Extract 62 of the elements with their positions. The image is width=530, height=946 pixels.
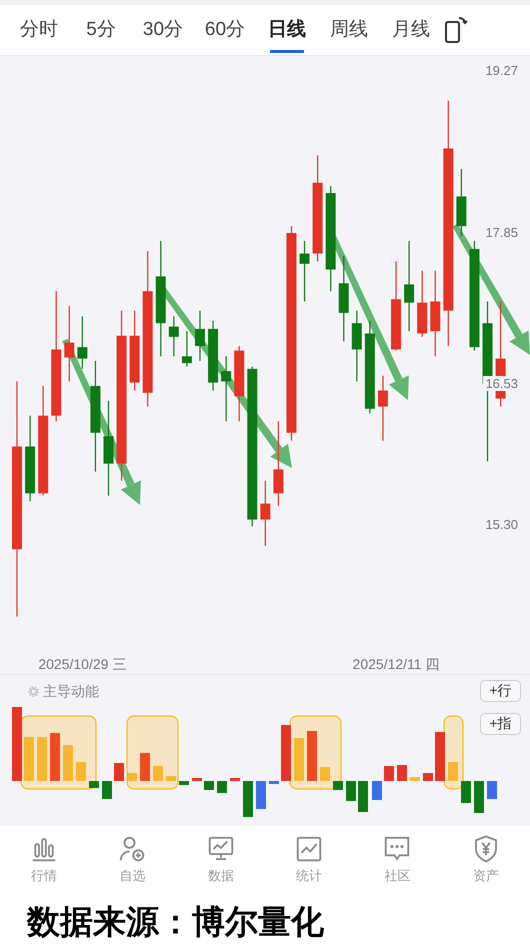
period-tab[interactable]: 5分: [70, 4, 132, 55]
period-tab[interactable]: 分时: [8, 4, 70, 55]
momentum-bar: [487, 780, 497, 799]
momentum-bar: [384, 766, 394, 781]
momentum-bar: [140, 752, 150, 781]
momentum-bar: [204, 780, 214, 790]
candle: [182, 331, 192, 366]
momentum-bar: [256, 780, 266, 809]
momentum-bar: [474, 780, 484, 813]
momentum-bar: [358, 780, 368, 812]
momentum-bar: [461, 780, 471, 803]
momentum-bar: [410, 776, 420, 781]
period-tab[interactable]: 月线: [380, 4, 442, 55]
momentum-bar: [24, 736, 34, 781]
candle: [77, 316, 88, 369]
momentum-bar: [423, 772, 433, 781]
momentum-bar: [230, 778, 240, 781]
indicator-title: 主导动能: [43, 682, 99, 701]
momentum-bar: [102, 780, 112, 799]
add-indicator-button[interactable]: +行: [480, 680, 521, 702]
momentum-bar: [269, 780, 279, 784]
candle: [300, 240, 310, 302]
period-tab[interactable]: 周线: [318, 4, 380, 55]
momentum-bar: [281, 724, 291, 781]
momentum-bar: [114, 762, 124, 781]
period-tab[interactable]: 日线: [256, 4, 318, 55]
momentum-bar: [397, 764, 407, 781]
price-label: 16.53: [483, 376, 520, 392]
candle: [221, 356, 232, 422]
momentum-bar: [76, 762, 86, 781]
period-tab[interactable]: 60分: [194, 4, 256, 55]
period-tab[interactable]: 30分: [132, 4, 194, 55]
momentum-bar: [435, 732, 445, 781]
momentum-bar: [192, 778, 202, 781]
momentum-bar: [243, 780, 253, 817]
momentum-bar: [448, 762, 458, 781]
add-indicator-button[interactable]: +指: [480, 712, 521, 735]
momentum-bar: [307, 730, 317, 781]
rotate-screen-icon[interactable]: [444, 16, 468, 44]
data-source-caption: 数据来源：博尔量化: [27, 902, 324, 940]
candle: [417, 270, 428, 337]
candle: [194, 310, 205, 361]
candle: [260, 480, 270, 546]
momentum-bar: [153, 766, 163, 781]
momentum-bar: [37, 736, 47, 781]
date-label: 2025/10/29 三: [38, 654, 126, 673]
momentum-bar: [294, 738, 304, 781]
candle: [352, 310, 362, 382]
momentum-bar: [63, 744, 73, 781]
momentum-bar: [166, 776, 176, 781]
momentum-bar: [372, 780, 382, 800]
momentum-bar: [179, 780, 189, 785]
candle: [208, 320, 218, 390]
candle: [378, 376, 388, 441]
candle: [168, 316, 179, 356]
date-label: 2025/12/11 四: [352, 654, 440, 673]
momentum-bar: [50, 732, 60, 781]
momentum-bar: [217, 780, 227, 793]
momentum-bar: [320, 766, 330, 781]
momentum-bar: [346, 780, 356, 801]
momentum-bar: [333, 780, 343, 790]
candle: [456, 168, 466, 236]
